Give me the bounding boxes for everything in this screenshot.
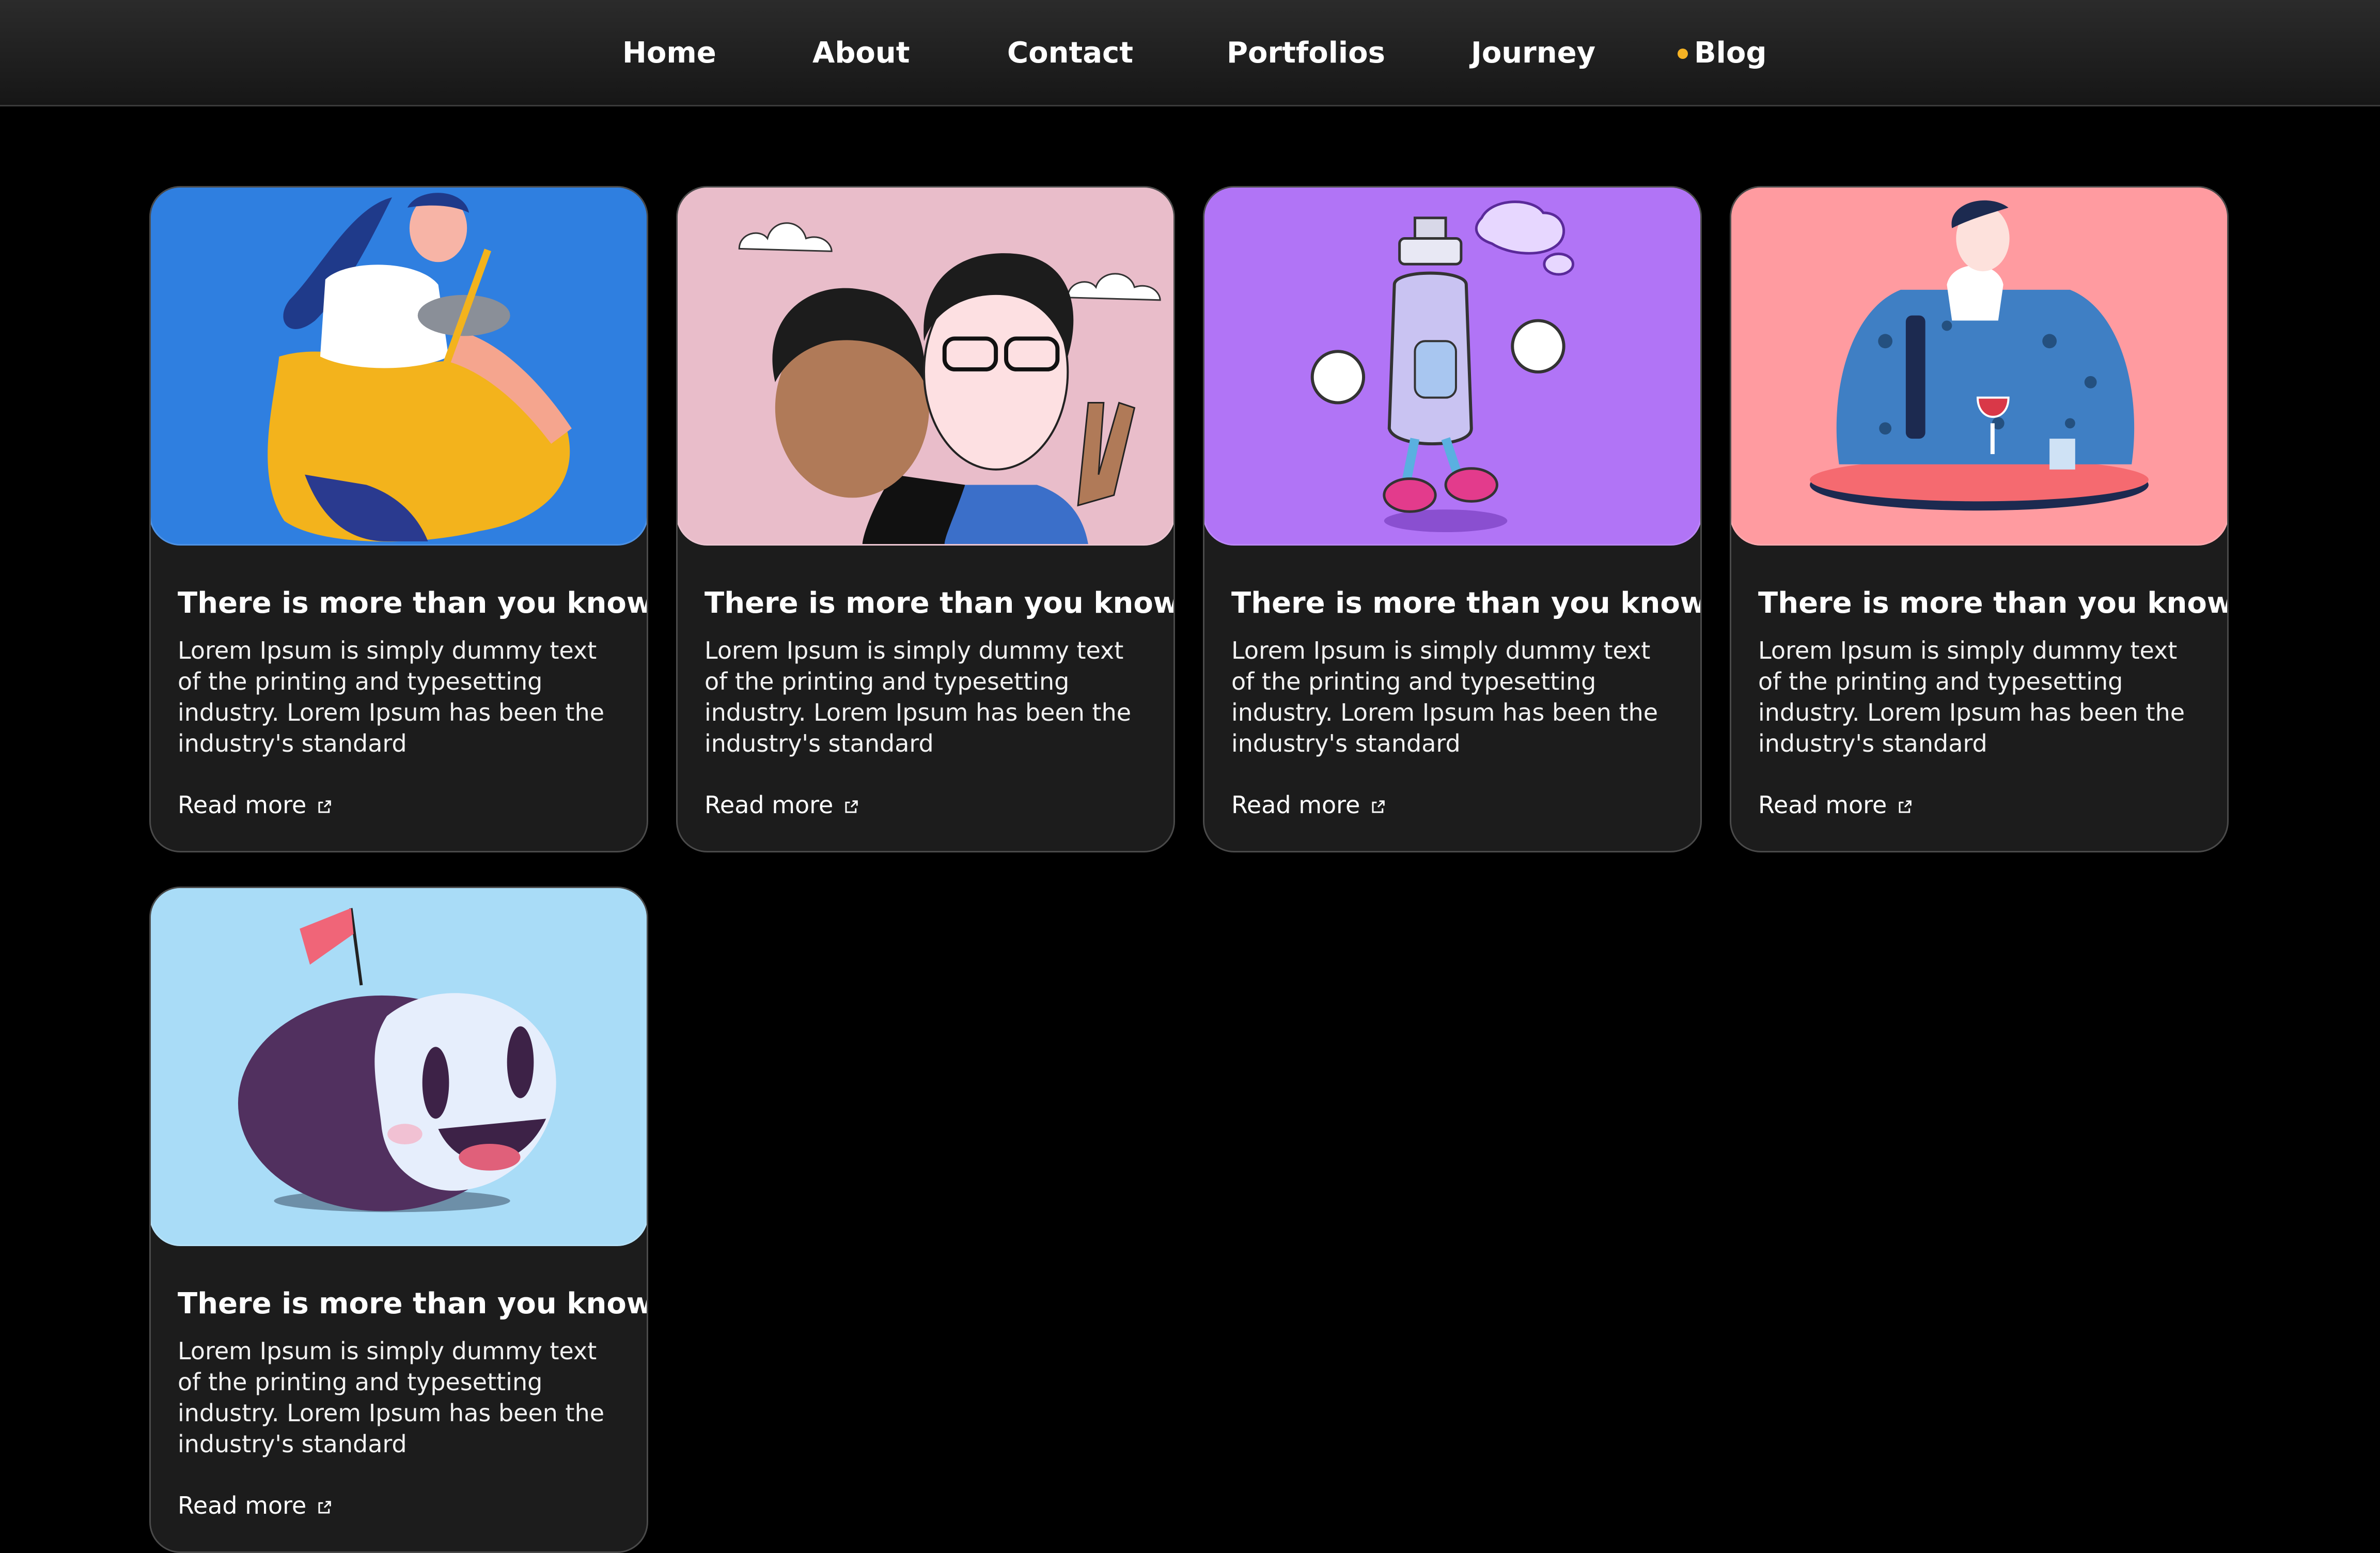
read-more-link[interactable]: Read more <box>178 789 332 820</box>
person-with-wine-illustration[interactable] <box>1731 188 2227 546</box>
smiling-ball-character-illustration[interactable] <box>151 888 647 1246</box>
external-link-icon <box>1372 800 1385 813</box>
external-link-icon <box>318 800 332 813</box>
blog-card: There is more than you know Lorem Ipsum … <box>149 186 648 852</box>
card-title: There is more than you know <box>704 586 1175 620</box>
card-excerpt: Lorem Ipsum is simply dummy text of the … <box>178 1337 605 1458</box>
card-title: There is more than you know <box>1758 586 2229 620</box>
active-indicator-dot <box>1678 49 1688 59</box>
nav-item-about[interactable]: About <box>812 31 910 75</box>
card-title: There is more than you know <box>1231 586 1702 620</box>
blog-card: There is more than you know Lorem Ipsum … <box>149 887 648 1553</box>
card-excerpt: Lorem Ipsum is simply dummy text of the … <box>1231 636 1658 757</box>
nav-item-home[interactable]: Home <box>622 31 716 75</box>
read-more-link[interactable]: Read more <box>1231 789 1386 820</box>
blog-card: There is more than you know Lorem Ipsum … <box>1730 186 2229 852</box>
card-excerpt: Lorem Ipsum is simply dummy text of the … <box>1758 636 2185 757</box>
read-more-link[interactable]: Read more <box>178 1490 332 1521</box>
nav-item-blog[interactable]: Blog <box>1694 31 1766 75</box>
nav-item-portfolios[interactable]: Portfolios <box>1227 31 1385 75</box>
card-title: There is more than you know <box>178 586 648 620</box>
top-navigation-bar: Home About Contact Portfolios Journey Bl… <box>0 0 2380 106</box>
woman-with-cat-illustration[interactable] <box>151 188 647 546</box>
soap-bottle-character-illustration[interactable] <box>1204 188 1700 546</box>
external-link-icon <box>1899 800 1912 813</box>
external-link-icon <box>845 800 858 813</box>
read-more-link[interactable]: Read more <box>704 789 859 820</box>
nav-item-journey[interactable]: Journey <box>1471 31 1595 75</box>
nav-item-contact[interactable]: Contact <box>1007 31 1133 75</box>
external-link-icon <box>318 1500 332 1513</box>
blog-card: There is more than you know Lorem Ipsum … <box>1203 186 1702 852</box>
card-excerpt: Lorem Ipsum is simply dummy text of the … <box>704 636 1132 757</box>
couple-selfie-illustration[interactable] <box>678 188 1173 546</box>
card-excerpt: Lorem Ipsum is simply dummy text of the … <box>178 636 605 757</box>
blog-card: There is more than you know Lorem Ipsum … <box>676 186 1175 852</box>
card-title: There is more than you know <box>178 1287 648 1321</box>
read-more-link[interactable]: Read more <box>1758 789 1913 820</box>
